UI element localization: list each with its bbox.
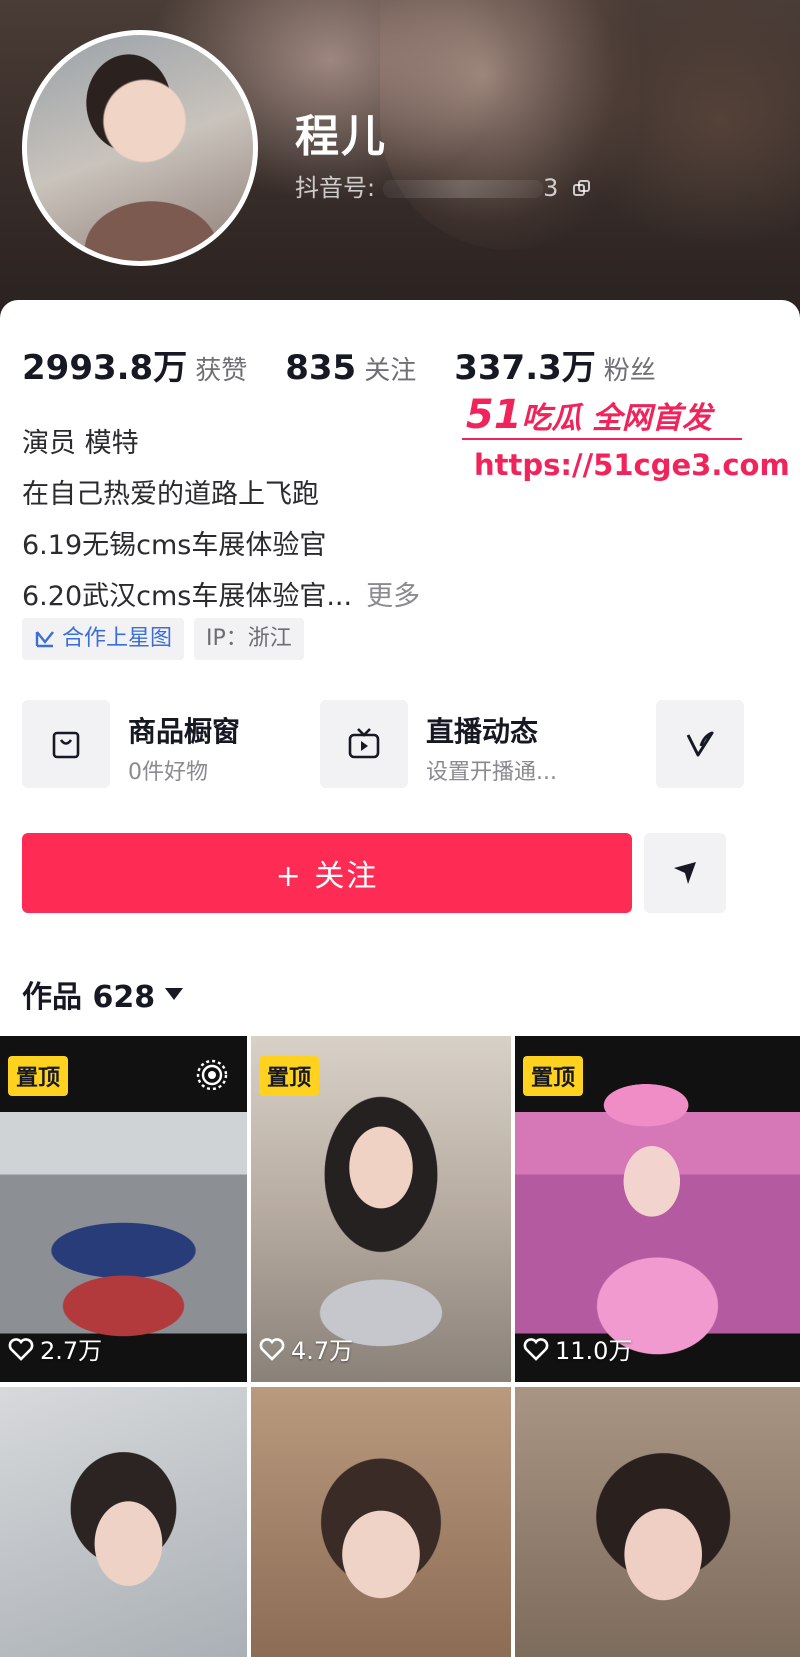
live-broadcast-icon	[196, 1059, 228, 1091]
bio-line-last: 6.20武汉cms车展体验官... 更多	[22, 571, 420, 622]
heart-icon	[523, 1337, 549, 1361]
works-tab[interactable]: 作品 628	[22, 972, 184, 1016]
star-map-icon	[35, 631, 54, 648]
heart-icon	[259, 1337, 285, 1361]
tag-row: 合作上星图 IP：浙江	[22, 618, 304, 660]
following-count[interactable]: 835	[285, 348, 356, 388]
pinned-badge: 置顶	[8, 1056, 69, 1096]
nickname: 程儿	[295, 111, 387, 162]
followers-count[interactable]: 337.3万	[454, 340, 596, 389]
like-count: 2.7万	[8, 1331, 102, 1366]
bio-line: 演员 模特	[22, 428, 139, 459]
verified-button[interactable]	[656, 700, 744, 788]
works-label: 作品 628	[22, 980, 156, 1015]
bio-line: 6.20武汉cms车展体验官...	[22, 581, 353, 612]
video-tile[interactable]: 置顶 11.0万	[515, 1036, 800, 1382]
bio: 演员 模特 在自己热爱的道路上飞跑 6.19无锡cms车展体验官 6.20武汉c…	[22, 418, 420, 622]
follow-button[interactable]: + 关注	[22, 833, 632, 913]
shop-window-title[interactable]: 商品橱窗	[128, 710, 240, 750]
douyin-id-label: 抖音号:	[295, 174, 376, 202]
shop-window-button[interactable]	[22, 700, 110, 788]
pinned-badge: 置顶	[259, 1056, 320, 1096]
avatar[interactable]	[22, 30, 258, 266]
like-count: 4.7万	[259, 1331, 353, 1366]
live-title[interactable]: 直播动态	[426, 710, 538, 750]
shortcuts-row: 商品橱窗 0件好物 直播动态 设置开播通...	[22, 700, 792, 792]
like-count: 11.0万	[523, 1331, 632, 1366]
caret-down-icon	[165, 988, 184, 1000]
video-tile[interactable]: 置顶 2.7万	[0, 1036, 247, 1382]
live-button[interactable]	[320, 700, 408, 788]
stats-row: 2993.8万 获赞 835 关注 337.3万 粉丝	[22, 340, 694, 389]
following-label[interactable]: 关注	[364, 350, 416, 387]
like-count-text: 11.0万	[555, 1337, 633, 1365]
ip-tag: IP：浙江	[194, 618, 304, 660]
watermark-url: https://51cge3.com	[474, 448, 790, 482]
video-tile[interactable]	[0, 1387, 247, 1657]
cooperation-label: 合作上星图	[62, 626, 173, 651]
likes-label[interactable]: 获赞	[195, 350, 247, 387]
v-icon	[686, 731, 714, 757]
shop-window-sub: 0件好物	[128, 760, 208, 785]
like-count-text: 2.7万	[40, 1337, 103, 1365]
cooperation-tag[interactable]: 合作上星图	[22, 618, 185, 660]
live-sub: 设置开播通...	[426, 760, 557, 785]
send-icon	[674, 862, 696, 884]
pinned-badge: 置顶	[523, 1056, 584, 1096]
like-count-text: 4.7万	[291, 1337, 354, 1365]
watermark-divider	[462, 438, 742, 440]
heart-icon	[8, 1337, 34, 1361]
watermark-brand-num: 51	[465, 392, 522, 438]
shopping-bag-icon	[52, 731, 80, 759]
video-tile[interactable]	[515, 1387, 800, 1657]
douyin-id[interactable]: 抖音号: 3	[295, 168, 592, 203]
watermark: 51吃瓜 全网首发 https://51cge3.com	[462, 392, 790, 502]
copy-icon[interactable]	[572, 179, 592, 199]
bio-line: 6.19无锡cms车展体验官	[22, 530, 327, 561]
share-button[interactable]	[644, 833, 726, 913]
video-tile[interactable]: 置顶 4.7万	[251, 1036, 511, 1382]
video-tile[interactable]	[251, 1387, 511, 1657]
likes-count[interactable]: 2993.8万	[22, 340, 187, 389]
banner-image	[380, 0, 640, 250]
watermark-brand: 51吃瓜 全网首发	[466, 392, 712, 438]
followers-label[interactable]: 粉丝	[604, 350, 656, 387]
watermark-brand-text: 吃瓜 全网首发	[521, 401, 712, 436]
bio-more-link[interactable]: 更多	[366, 581, 420, 612]
douyin-id-tail: 3	[543, 174, 559, 202]
bio-line: 在自己热爱的道路上飞跑	[22, 479, 319, 510]
tv-icon	[348, 728, 380, 759]
douyin-id-redacted	[383, 180, 544, 198]
